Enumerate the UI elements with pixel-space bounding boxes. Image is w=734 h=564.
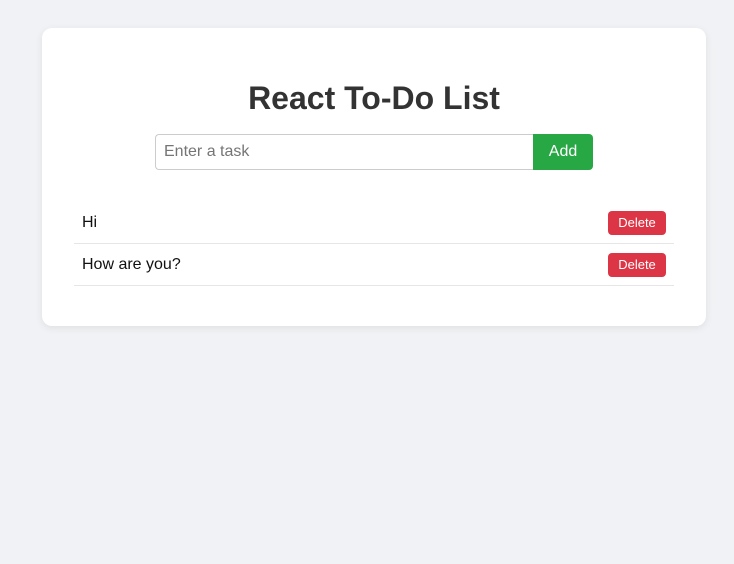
- add-task-form: Add: [155, 134, 593, 170]
- todo-text: Hi: [82, 213, 98, 231]
- task-input[interactable]: [155, 134, 533, 170]
- add-button[interactable]: Add: [533, 134, 593, 170]
- todo-card: React To-Do List Add Hi Delete How are y…: [42, 28, 706, 326]
- page-title: React To-Do List: [248, 80, 500, 116]
- todo-text: How are you?: [82, 255, 181, 273]
- delete-button[interactable]: Delete: [608, 252, 666, 277]
- todo-item: Hi Delete: [74, 202, 674, 244]
- delete-button[interactable]: Delete: [608, 210, 666, 235]
- todo-item: How are you? Delete: [74, 244, 674, 286]
- todo-list: Hi Delete How are you? Delete: [74, 202, 674, 286]
